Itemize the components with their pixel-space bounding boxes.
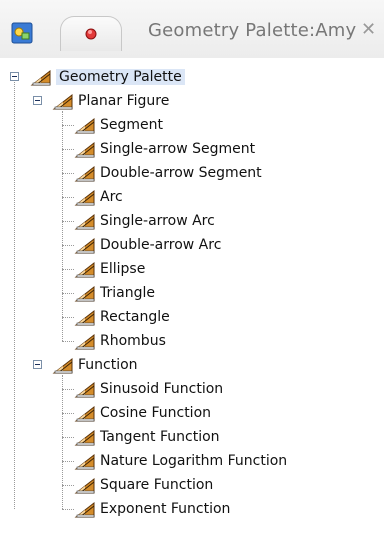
expander-0[interactable] bbox=[33, 96, 42, 105]
tree-connector-horizontal bbox=[62, 149, 74, 150]
tree-node-label: Planar Figure bbox=[78, 93, 170, 109]
tree-node-item[interactable]: Single-arrow Segment bbox=[74, 137, 255, 161]
toolbox-icon bbox=[11, 22, 33, 44]
tree-panel: Geometry Palette Planar Figure Segment Sing… bbox=[0, 58, 384, 554]
tree-connector-horizontal bbox=[62, 221, 74, 222]
tree-connector-horizontal bbox=[62, 125, 74, 126]
tree-connector-horizontal bbox=[62, 197, 74, 198]
geometry-tool-icon bbox=[74, 453, 95, 470]
geometry-tool-icon bbox=[52, 93, 73, 110]
expander-root[interactable] bbox=[10, 72, 19, 81]
tree-connector-horizontal bbox=[62, 389, 74, 390]
tree-node-label: Rectangle bbox=[100, 309, 170, 325]
tree-node-group[interactable]: Function bbox=[52, 353, 138, 377]
geometry-tool-icon bbox=[74, 381, 95, 398]
geometry-tool-icon bbox=[74, 405, 95, 422]
close-icon[interactable]: ✕ bbox=[361, 19, 376, 40]
tree-connector-vertical bbox=[62, 111, 63, 341]
geometry-tool-icon bbox=[74, 237, 95, 254]
geometry-tool-icon bbox=[74, 141, 95, 158]
tree-node-label: Rhombus bbox=[100, 333, 166, 349]
tree-node-label: Triangle bbox=[100, 285, 155, 301]
tree-connector-horizontal bbox=[62, 437, 74, 438]
tree-connector-horizontal bbox=[62, 173, 74, 174]
tree-node-item[interactable]: Double-arrow Segment bbox=[74, 161, 262, 185]
tree-node-item[interactable]: Single-arrow Arc bbox=[74, 209, 215, 233]
geometry-tool-icon bbox=[74, 117, 95, 134]
geometry-tool-icon bbox=[74, 333, 95, 350]
tree-node-item[interactable]: Square Function bbox=[74, 473, 213, 497]
window-title: Geometry Palette:Amy bbox=[148, 20, 357, 41]
tree-node-label: Single-arrow Segment bbox=[100, 141, 256, 157]
tree-node-item[interactable]: Segment bbox=[74, 113, 163, 137]
tree-connector-horizontal bbox=[62, 269, 74, 270]
geometry-tool-icon bbox=[74, 429, 95, 446]
geometry-tool-icon bbox=[74, 285, 95, 302]
geometry-tool-icon bbox=[74, 501, 95, 518]
tree-node-label: Segment bbox=[100, 117, 163, 133]
tree-connector-horizontal bbox=[62, 341, 74, 342]
tree-node-label: Square Function bbox=[100, 477, 214, 493]
geometry-tool-icon bbox=[74, 477, 95, 494]
tree-node-item[interactable]: Arc bbox=[74, 185, 123, 209]
tree-node-label: Double-arrow Arc bbox=[100, 237, 222, 253]
tree-node-item[interactable]: Exponent Function bbox=[74, 497, 230, 521]
tree-node-label: Function bbox=[78, 357, 138, 373]
tree-node-item[interactable]: Nature Logarithm Function bbox=[74, 449, 287, 473]
tree-node-label: Arc bbox=[100, 189, 123, 205]
tree-node-label: Exponent Function bbox=[100, 501, 231, 517]
tree-node-item[interactable]: Double-arrow Arc bbox=[74, 233, 221, 257]
tree-connector-vertical bbox=[62, 375, 63, 509]
tree-node-label: Single-arrow Arc bbox=[100, 213, 215, 229]
geometry-tool-icon bbox=[74, 309, 95, 326]
geometry-tool-icon bbox=[30, 69, 51, 86]
tree-node-label: Ellipse bbox=[100, 261, 146, 277]
geometry-tool-icon bbox=[74, 165, 95, 182]
tree-connector-horizontal bbox=[62, 461, 74, 462]
tree-node-label: Tangent Function bbox=[100, 429, 220, 445]
tree-node-label: Sinusoid Function bbox=[100, 381, 224, 397]
tree-node-label: Double-arrow Segment bbox=[100, 165, 262, 181]
geometry-tool-icon bbox=[74, 189, 95, 206]
tab-bar: Geometry Palette:Amy ✕ bbox=[0, 0, 384, 59]
tree-connector-horizontal bbox=[62, 245, 74, 246]
tree-node-label: Geometry Palette bbox=[56, 69, 185, 85]
tree-connector-horizontal bbox=[62, 413, 74, 414]
tree-node-item[interactable]: Sinusoid Function bbox=[74, 377, 223, 401]
tree-node-item[interactable]: Tangent Function bbox=[74, 425, 220, 449]
tree-node-item[interactable]: Cosine Function bbox=[74, 401, 211, 425]
tree-connector-horizontal bbox=[62, 293, 74, 294]
tree-connector-horizontal bbox=[62, 509, 74, 510]
geometry-tool-icon bbox=[74, 213, 95, 230]
tree-node-root[interactable]: Geometry Palette bbox=[30, 65, 185, 89]
geometry-tool-icon bbox=[52, 357, 73, 374]
tree-node-item[interactable]: Ellipse bbox=[74, 257, 145, 281]
tree-node-item[interactable]: Rhombus bbox=[74, 329, 166, 353]
tree-connector-horizontal bbox=[62, 317, 74, 318]
geometry-tool-icon bbox=[74, 261, 95, 278]
red-marker-icon bbox=[85, 28, 97, 40]
expander-1[interactable] bbox=[33, 360, 42, 369]
tree-node-label: Cosine Function bbox=[100, 405, 212, 421]
tree-node-item[interactable]: Rectangle bbox=[74, 305, 170, 329]
tree-node-group[interactable]: Planar Figure bbox=[52, 89, 169, 113]
tree-node-item[interactable]: Triangle bbox=[74, 281, 155, 305]
tree-connector-vertical bbox=[14, 82, 15, 509]
tab-toolbox[interactable] bbox=[6, 18, 38, 48]
tree-node-label: Nature Logarithm Function bbox=[100, 453, 288, 469]
tab-marker[interactable] bbox=[60, 16, 122, 51]
tree-connector-horizontal bbox=[62, 485, 74, 486]
